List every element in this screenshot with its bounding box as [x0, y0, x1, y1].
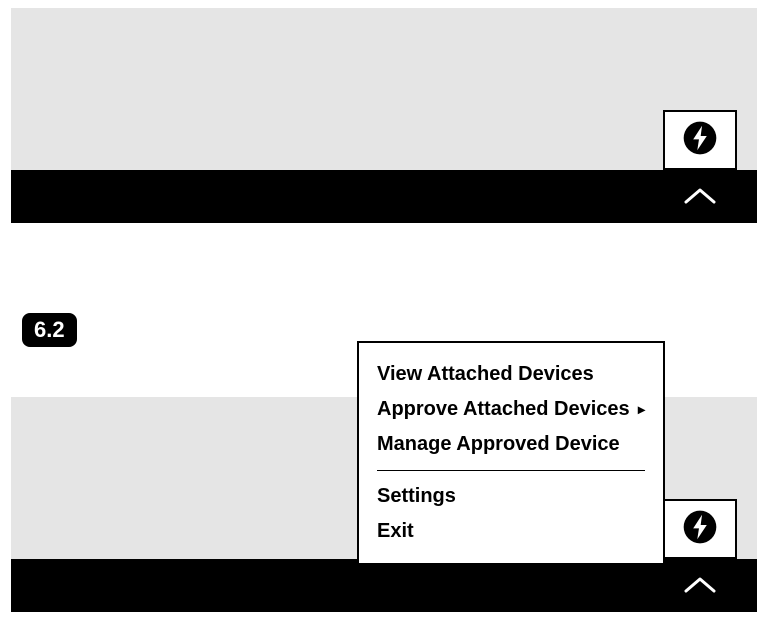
top-panel — [11, 8, 757, 170]
taskbar-bottom — [11, 559, 757, 612]
thunderbolt-icon — [683, 510, 717, 549]
menu-item-view-attached[interactable]: View Attached Devices — [359, 357, 663, 392]
menu-divider — [377, 470, 645, 471]
menu-item-settings[interactable]: Settings — [359, 479, 663, 514]
menu-item-label: View Attached Devices — [377, 363, 594, 386]
tray-thunderbolt-button-top[interactable] — [663, 110, 737, 170]
tray-thunderbolt-button-bottom[interactable] — [663, 499, 737, 559]
menu-item-label: Manage Approved Device — [377, 433, 620, 456]
menu-item-exit[interactable]: Exit — [359, 514, 663, 549]
step-badge: 6.2 — [22, 313, 77, 347]
menu-item-approve-attached[interactable]: Approve Attached Devices ▸ — [359, 392, 663, 427]
chevron-up-icon[interactable] — [684, 188, 716, 204]
menu-item-manage-approved[interactable]: Manage Approved Device — [359, 427, 663, 462]
menu-item-label: Approve Attached Devices — [377, 398, 630, 421]
thunderbolt-icon — [683, 121, 717, 160]
menu-item-label: Settings — [377, 485, 456, 508]
submenu-arrow-icon: ▸ — [638, 401, 645, 418]
menu-item-label: Exit — [377, 520, 414, 543]
chevron-up-icon[interactable] — [684, 577, 716, 593]
taskbar-top — [11, 170, 757, 223]
context-menu: View Attached Devices Approve Attached D… — [357, 341, 665, 565]
